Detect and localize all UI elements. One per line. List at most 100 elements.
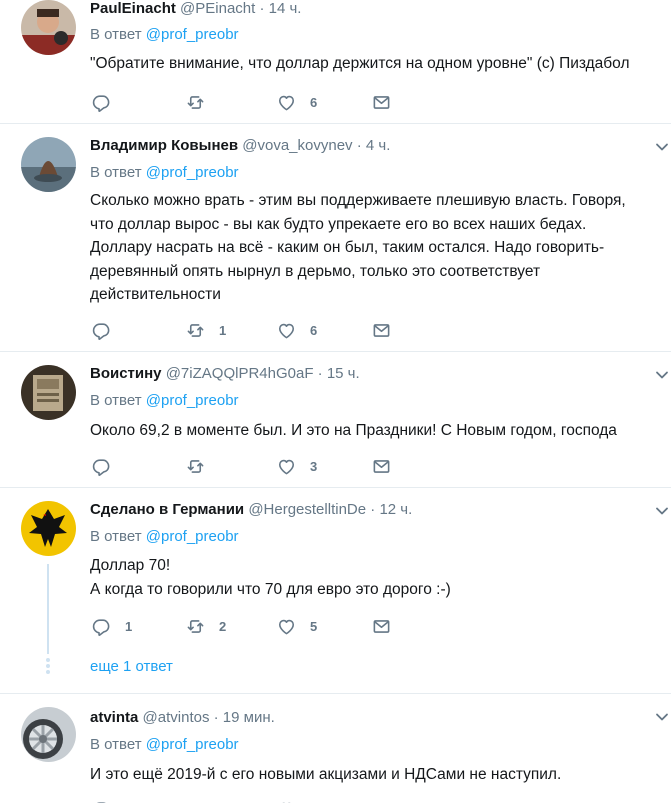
retweet-button[interactable]: 2 bbox=[186, 615, 226, 637]
user-name[interactable]: Владимир Ковынев bbox=[90, 137, 238, 154]
separator-dot: · bbox=[259, 0, 265, 17]
chevron-down-icon[interactable] bbox=[655, 710, 669, 724]
show-more-replies-link[interactable]: еще 1 ответ bbox=[90, 658, 173, 675]
tweet-time[interactable]: 19 мин. bbox=[223, 709, 275, 726]
like-icon bbox=[277, 321, 296, 340]
like-icon bbox=[277, 800, 296, 803]
tweet-time[interactable]: 12 ч. bbox=[379, 501, 412, 518]
separator-dot: · bbox=[370, 501, 376, 518]
reply-to-link[interactable]: @prof_preobr bbox=[146, 26, 239, 43]
tweet[interactable]: Владимир Ковынев @vova_kovynev · 4 ч. В … bbox=[0, 124, 671, 352]
reply-icon bbox=[92, 617, 111, 636]
like-button[interactable]: 6 bbox=[277, 319, 317, 341]
user-name[interactable]: Воистину bbox=[90, 365, 162, 382]
reply-to-link[interactable]: @prof_preobr bbox=[146, 736, 239, 753]
like-icon bbox=[277, 457, 296, 476]
like-icon bbox=[277, 93, 296, 112]
thread-dot bbox=[46, 658, 50, 662]
like-icon bbox=[277, 617, 296, 636]
direct-message-button[interactable] bbox=[372, 319, 391, 341]
tweet[interactable]: Воистину @7iZAQQlPR4hG0aF · 15 ч. В отве… bbox=[0, 352, 671, 488]
user-handle[interactable]: @HergestelltinDe bbox=[248, 501, 366, 518]
user-avatar[interactable] bbox=[21, 365, 76, 420]
reply-icon bbox=[92, 93, 111, 112]
thread-dot bbox=[46, 670, 50, 674]
tweet-text-line: действительности bbox=[90, 286, 221, 303]
reply-button[interactable]: 1 bbox=[92, 615, 132, 637]
user-handle[interactable]: @atvintos bbox=[143, 709, 210, 726]
reply-button[interactable] bbox=[92, 455, 125, 477]
tweet-actions bbox=[90, 798, 410, 803]
user-handle[interactable]: @7iZAQQlPR4hG0aF bbox=[166, 365, 314, 382]
reply-icon bbox=[92, 457, 111, 476]
user-name[interactable]: Сделано в Германии bbox=[90, 501, 244, 518]
user-name[interactable]: PaulEinacht bbox=[90, 0, 176, 17]
chevron-down-icon[interactable] bbox=[655, 368, 669, 382]
direct-message-button[interactable] bbox=[372, 798, 391, 803]
mail-icon bbox=[372, 800, 391, 803]
direct-message-button[interactable] bbox=[372, 91, 391, 113]
tweet-text-line: Доллару насрать на всё - каким он был, т… bbox=[90, 239, 605, 256]
tweet-time[interactable]: 15 ч. bbox=[327, 365, 360, 382]
like-count: 5 bbox=[310, 618, 318, 634]
user-handle[interactable]: @vova_kovynev bbox=[242, 137, 352, 154]
reply-count: 1 bbox=[125, 618, 133, 634]
tweet[interactable]: PaulEinacht @PEinacht · 14 ч. В ответ @p… bbox=[0, 0, 671, 124]
reply-context: В ответ @prof_preobr bbox=[90, 527, 239, 547]
mail-icon bbox=[372, 617, 391, 636]
reply-button[interactable] bbox=[92, 798, 111, 803]
direct-message-button[interactable] bbox=[372, 615, 391, 637]
reply-context: В ответ @prof_preobr bbox=[90, 735, 239, 755]
like-button[interactable]: 6 bbox=[277, 91, 317, 113]
tweet-text: "Обратите внимание, что доллар держится … bbox=[90, 55, 630, 72]
user-handle[interactable]: @PEinacht bbox=[180, 0, 255, 17]
reply-context: В ответ @prof_preobr bbox=[90, 391, 239, 411]
reply-context: В ответ @prof_preobr bbox=[90, 163, 239, 183]
tweet-actions: 6 bbox=[90, 91, 410, 113]
user-avatar[interactable] bbox=[21, 0, 76, 55]
retweet-icon bbox=[186, 800, 205, 803]
reply-label: В ответ bbox=[90, 164, 142, 181]
reply-to-link[interactable]: @prof_preobr bbox=[146, 164, 239, 181]
tweet[interactable]: atvinta @atvintos · 19 мин. В ответ @pro… bbox=[0, 694, 671, 803]
retweet-button[interactable] bbox=[186, 798, 205, 803]
chevron-down-icon[interactable] bbox=[655, 504, 669, 518]
tweet-text: Доллар 70! А когда то говорили что 70 дл… bbox=[90, 554, 660, 601]
user-avatar[interactable] bbox=[21, 707, 76, 762]
retweet-count: 1 bbox=[219, 322, 227, 338]
retweet-icon bbox=[186, 93, 205, 112]
tweet-time[interactable]: 14 ч. bbox=[269, 0, 302, 17]
retweet-button[interactable]: 1 bbox=[186, 319, 226, 341]
like-button[interactable]: 3 bbox=[277, 455, 317, 477]
retweet-icon bbox=[186, 321, 205, 340]
mail-icon bbox=[372, 93, 391, 112]
thread-dot bbox=[46, 664, 50, 668]
tweet-time[interactable]: 4 ч. bbox=[366, 137, 391, 154]
reply-button[interactable] bbox=[92, 91, 125, 113]
tweet[interactable]: Сделано в Германии @HergestelltinDe · 12… bbox=[0, 488, 671, 694]
retweet-button[interactable] bbox=[186, 91, 219, 113]
like-button[interactable] bbox=[277, 798, 296, 803]
reply-label: В ответ bbox=[90, 736, 142, 753]
reply-to-link[interactable]: @prof_preobr bbox=[146, 528, 239, 545]
user-avatar[interactable] bbox=[21, 501, 76, 556]
reply-icon bbox=[92, 321, 111, 340]
reply-button[interactable] bbox=[92, 319, 125, 341]
retweet-icon bbox=[186, 617, 205, 636]
reply-context: В ответ @prof_preobr bbox=[90, 25, 239, 45]
reply-label: В ответ bbox=[90, 26, 142, 43]
tweet-text-line: Сколько можно врать - этим вы поддержива… bbox=[90, 192, 626, 209]
reply-to-link[interactable]: @prof_preobr bbox=[146, 392, 239, 409]
separator-dot: · bbox=[356, 137, 362, 154]
tweet-text: Около 69,2 в моменте был. И это на Празд… bbox=[90, 422, 617, 439]
tweet-text-line: что доллар вырос - вы как будто упрекает… bbox=[90, 215, 587, 233]
like-button[interactable]: 5 bbox=[277, 615, 317, 637]
user-avatar[interactable] bbox=[21, 137, 76, 192]
direct-message-button[interactable] bbox=[372, 455, 391, 477]
user-name[interactable]: atvinta bbox=[90, 709, 138, 726]
like-count: 6 bbox=[310, 322, 318, 338]
chevron-down-icon[interactable] bbox=[655, 140, 669, 154]
retweet-button[interactable] bbox=[186, 455, 219, 477]
retweet-icon bbox=[186, 457, 205, 476]
like-count: 3 bbox=[310, 458, 318, 474]
